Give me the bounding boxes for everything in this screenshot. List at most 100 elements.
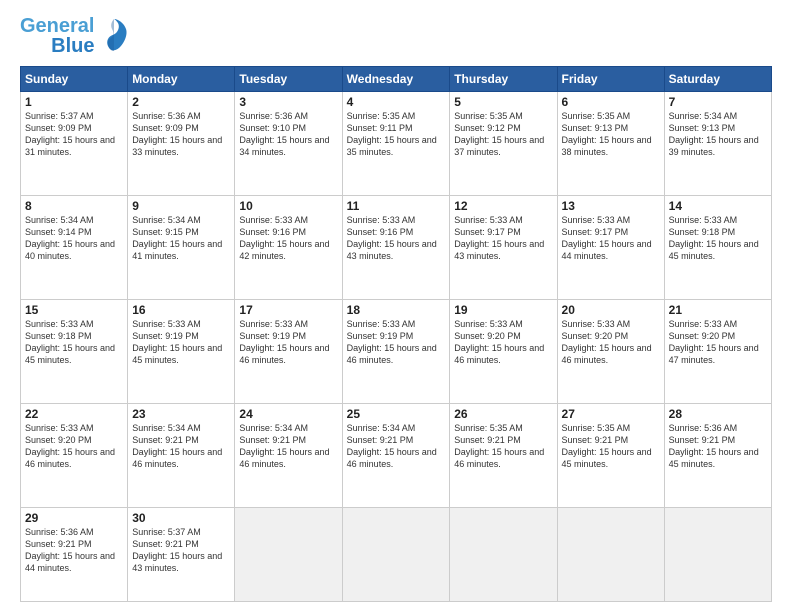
table-row: 24 Sunrise: 5:34 AM Sunset: 9:21 PM Dayl…: [235, 403, 342, 507]
day-number: 3: [239, 95, 337, 109]
col-sunday: Sunday: [21, 67, 128, 92]
table-row: 26 Sunrise: 5:35 AM Sunset: 9:21 PM Dayl…: [450, 403, 557, 507]
day-info: Sunrise: 5:36 AM Sunset: 9:10 PM Dayligh…: [239, 110, 337, 159]
day-info: Sunrise: 5:34 AM Sunset: 9:15 PM Dayligh…: [132, 214, 230, 263]
table-row: 8 Sunrise: 5:34 AM Sunset: 9:14 PM Dayli…: [21, 195, 128, 299]
table-row: [342, 507, 450, 601]
table-row: 12 Sunrise: 5:33 AM Sunset: 9:17 PM Dayl…: [450, 195, 557, 299]
table-row: 27 Sunrise: 5:35 AM Sunset: 9:21 PM Dayl…: [557, 403, 664, 507]
day-number: 29: [25, 511, 123, 525]
day-info: Sunrise: 5:36 AM Sunset: 9:09 PM Dayligh…: [132, 110, 230, 159]
day-number: 23: [132, 407, 230, 421]
col-thursday: Thursday: [450, 67, 557, 92]
day-number: 7: [669, 95, 767, 109]
day-number: 13: [562, 199, 660, 213]
day-info: Sunrise: 5:33 AM Sunset: 9:19 PM Dayligh…: [132, 318, 230, 367]
table-row: 29 Sunrise: 5:36 AM Sunset: 9:21 PM Dayl…: [21, 507, 128, 601]
table-row: 15 Sunrise: 5:33 AM Sunset: 9:18 PM Dayl…: [21, 299, 128, 403]
table-row: 21 Sunrise: 5:33 AM Sunset: 9:20 PM Dayl…: [664, 299, 771, 403]
table-row: 16 Sunrise: 5:33 AM Sunset: 9:19 PM Dayl…: [128, 299, 235, 403]
table-row: 18 Sunrise: 5:33 AM Sunset: 9:19 PM Dayl…: [342, 299, 450, 403]
calendar-week-row: 29 Sunrise: 5:36 AM Sunset: 9:21 PM Dayl…: [21, 507, 772, 601]
day-number: 10: [239, 199, 337, 213]
day-number: 27: [562, 407, 660, 421]
day-info: Sunrise: 5:34 AM Sunset: 9:13 PM Dayligh…: [669, 110, 767, 159]
day-info: Sunrise: 5:33 AM Sunset: 9:20 PM Dayligh…: [454, 318, 552, 367]
calendar-week-row: 1 Sunrise: 5:37 AM Sunset: 9:09 PM Dayli…: [21, 92, 772, 196]
logo-blue: Blue: [51, 36, 94, 56]
day-info: Sunrise: 5:36 AM Sunset: 9:21 PM Dayligh…: [25, 526, 123, 575]
calendar-week-row: 15 Sunrise: 5:33 AM Sunset: 9:18 PM Dayl…: [21, 299, 772, 403]
day-number: 24: [239, 407, 337, 421]
table-row: 9 Sunrise: 5:34 AM Sunset: 9:15 PM Dayli…: [128, 195, 235, 299]
table-row: 7 Sunrise: 5:34 AM Sunset: 9:13 PM Dayli…: [664, 92, 771, 196]
table-row: 2 Sunrise: 5:36 AM Sunset: 9:09 PM Dayli…: [128, 92, 235, 196]
table-row: 23 Sunrise: 5:34 AM Sunset: 9:21 PM Dayl…: [128, 403, 235, 507]
day-info: Sunrise: 5:33 AM Sunset: 9:20 PM Dayligh…: [25, 422, 123, 471]
col-monday: Monday: [128, 67, 235, 92]
day-info: Sunrise: 5:35 AM Sunset: 9:11 PM Dayligh…: [347, 110, 446, 159]
table-row: 1 Sunrise: 5:37 AM Sunset: 9:09 PM Dayli…: [21, 92, 128, 196]
day-number: 20: [562, 303, 660, 317]
day-number: 18: [347, 303, 446, 317]
day-info: Sunrise: 5:33 AM Sunset: 9:18 PM Dayligh…: [25, 318, 123, 367]
day-number: 6: [562, 95, 660, 109]
day-number: 11: [347, 199, 446, 213]
table-row: 10 Sunrise: 5:33 AM Sunset: 9:16 PM Dayl…: [235, 195, 342, 299]
day-info: Sunrise: 5:33 AM Sunset: 9:20 PM Dayligh…: [669, 318, 767, 367]
day-info: Sunrise: 5:35 AM Sunset: 9:21 PM Dayligh…: [454, 422, 552, 471]
day-number: 1: [25, 95, 123, 109]
table-row: 28 Sunrise: 5:36 AM Sunset: 9:21 PM Dayl…: [664, 403, 771, 507]
day-info: Sunrise: 5:34 AM Sunset: 9:21 PM Dayligh…: [132, 422, 230, 471]
logo-bird-icon: [100, 17, 128, 56]
day-info: Sunrise: 5:35 AM Sunset: 9:13 PM Dayligh…: [562, 110, 660, 159]
calendar-week-row: 8 Sunrise: 5:34 AM Sunset: 9:14 PM Dayli…: [21, 195, 772, 299]
day-number: 12: [454, 199, 552, 213]
logo: General Blue: [20, 16, 128, 56]
day-number: 22: [25, 407, 123, 421]
day-number: 19: [454, 303, 552, 317]
calendar-header-row: Sunday Monday Tuesday Wednesday Thursday…: [21, 67, 772, 92]
day-number: 4: [347, 95, 446, 109]
day-info: Sunrise: 5:33 AM Sunset: 9:19 PM Dayligh…: [239, 318, 337, 367]
day-info: Sunrise: 5:35 AM Sunset: 9:21 PM Dayligh…: [562, 422, 660, 471]
day-info: Sunrise: 5:34 AM Sunset: 9:21 PM Dayligh…: [347, 422, 446, 471]
table-row: 22 Sunrise: 5:33 AM Sunset: 9:20 PM Dayl…: [21, 403, 128, 507]
calendar-table: Sunday Monday Tuesday Wednesday Thursday…: [20, 66, 772, 602]
day-number: 17: [239, 303, 337, 317]
page: General Blue Sunday Monday Tuesday: [0, 0, 792, 612]
table-row: [557, 507, 664, 601]
day-info: Sunrise: 5:34 AM Sunset: 9:21 PM Dayligh…: [239, 422, 337, 471]
col-tuesday: Tuesday: [235, 67, 342, 92]
day-info: Sunrise: 5:33 AM Sunset: 9:16 PM Dayligh…: [239, 214, 337, 263]
table-row: 19 Sunrise: 5:33 AM Sunset: 9:20 PM Dayl…: [450, 299, 557, 403]
col-wednesday: Wednesday: [342, 67, 450, 92]
table-row: 20 Sunrise: 5:33 AM Sunset: 9:20 PM Dayl…: [557, 299, 664, 403]
table-row: [450, 507, 557, 601]
day-number: 8: [25, 199, 123, 213]
day-info: Sunrise: 5:36 AM Sunset: 9:21 PM Dayligh…: [669, 422, 767, 471]
day-info: Sunrise: 5:34 AM Sunset: 9:14 PM Dayligh…: [25, 214, 123, 263]
day-number: 15: [25, 303, 123, 317]
day-info: Sunrise: 5:33 AM Sunset: 9:16 PM Dayligh…: [347, 214, 446, 263]
table-row: 17 Sunrise: 5:33 AM Sunset: 9:19 PM Dayl…: [235, 299, 342, 403]
day-number: 2: [132, 95, 230, 109]
table-row: 25 Sunrise: 5:34 AM Sunset: 9:21 PM Dayl…: [342, 403, 450, 507]
day-info: Sunrise: 5:33 AM Sunset: 9:17 PM Dayligh…: [454, 214, 552, 263]
day-number: 30: [132, 511, 230, 525]
table-row: 13 Sunrise: 5:33 AM Sunset: 9:17 PM Dayl…: [557, 195, 664, 299]
day-info: Sunrise: 5:33 AM Sunset: 9:17 PM Dayligh…: [562, 214, 660, 263]
day-number: 5: [454, 95, 552, 109]
table-row: 6 Sunrise: 5:35 AM Sunset: 9:13 PM Dayli…: [557, 92, 664, 196]
day-info: Sunrise: 5:33 AM Sunset: 9:18 PM Dayligh…: [669, 214, 767, 263]
table-row: 30 Sunrise: 5:37 AM Sunset: 9:21 PM Dayl…: [128, 507, 235, 601]
table-row: 4 Sunrise: 5:35 AM Sunset: 9:11 PM Dayli…: [342, 92, 450, 196]
table-row: 14 Sunrise: 5:33 AM Sunset: 9:18 PM Dayl…: [664, 195, 771, 299]
calendar-week-row: 22 Sunrise: 5:33 AM Sunset: 9:20 PM Dayl…: [21, 403, 772, 507]
day-number: 14: [669, 199, 767, 213]
table-row: 11 Sunrise: 5:33 AM Sunset: 9:16 PM Dayl…: [342, 195, 450, 299]
day-number: 28: [669, 407, 767, 421]
table-row: [235, 507, 342, 601]
col-saturday: Saturday: [664, 67, 771, 92]
day-info: Sunrise: 5:37 AM Sunset: 9:09 PM Dayligh…: [25, 110, 123, 159]
